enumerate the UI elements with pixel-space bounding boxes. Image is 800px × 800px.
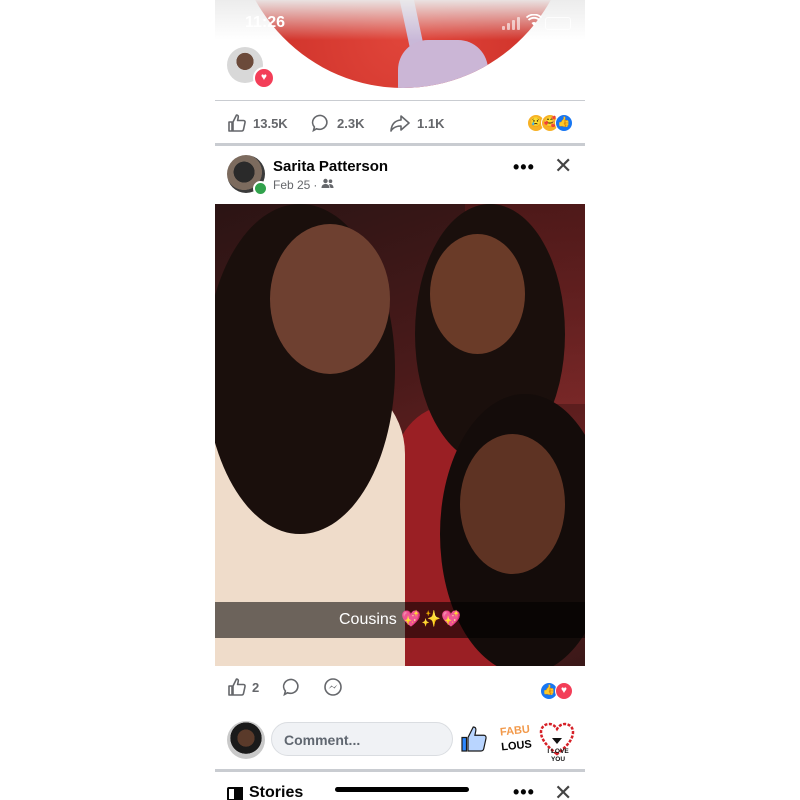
post-actions: 2 👍 ♥ [215,670,585,706]
photo-face-middle [430,234,525,354]
share-count: 1.1K [417,115,445,131]
home-indicator[interactable] [335,787,469,792]
post-reaction-summary[interactable]: 👍 ♥ [540,682,573,700]
comment-icon [311,114,328,133]
comment-count: 2.3K [337,115,365,131]
photo-bag [398,40,488,88]
comment-input[interactable]: Comment... [271,722,453,756]
like-icon [228,678,246,696]
like-sticker-icon[interactable] [459,724,489,761]
more-options-button[interactable]: ••• [513,157,535,178]
comment-composer: Comment... FABU LOUS I LOVE YOU [215,716,585,766]
battery-icon [545,17,571,30]
post-like-count: 2 [252,679,260,695]
photo-face-right [460,434,565,574]
previous-post-stats: 13.5K 2.3K 1.1K 😢 🥰 👍 [215,103,585,141]
love-reaction-icon: ♥ [253,67,275,89]
comment-button[interactable] [282,677,302,697]
divider [215,100,585,101]
status-time: 11:26 [245,14,286,31]
user-avatar[interactable] [227,721,265,759]
comment-count-button[interactable]: 2.3K [311,113,364,133]
status-bar: 11:26 [215,8,585,36]
messenger-send-button[interactable] [323,677,343,697]
fabulous-sticker-line1: FABU [499,723,531,739]
like-icon [228,114,246,132]
like-count: 13.5K [253,115,288,131]
stories-header: Stories ••• ✕ [215,774,585,800]
love-you-sticker-text: I LOVE YOU [547,748,569,763]
love-reaction-icon: ♥ [555,682,573,700]
stories-book-icon [227,787,243,800]
photo-face-left [270,224,390,374]
like-reaction-icon: 👍 [555,114,573,132]
post-separator [215,143,585,146]
previous-post-media[interactable]: 11:26 ♥ [215,0,585,100]
fabulous-sticker-icon[interactable]: FABU LOUS [497,722,534,759]
post-meta: Feb 25 · [273,178,334,192]
wifi-icon [525,13,543,30]
friends-icon [321,178,334,192]
love-you-sticker-icon[interactable]: I LOVE YOU [539,722,575,763]
reaction-summary[interactable]: 😢 🥰 👍 [527,114,573,132]
post-photo[interactable]: Cousins 💖✨💖 [215,204,585,666]
hide-post-button[interactable]: ✕ [554,153,572,179]
share-icon [390,115,410,132]
like-count-button[interactable]: 13.5K [227,113,288,133]
post-header: Sarita Patterson Feb 25 · ••• ✕ [215,150,585,200]
comment-icon [282,678,299,697]
meta-separator: · [313,178,318,192]
signal-icon [502,16,524,30]
phone-screen: 11:26 ♥ 13.5K 2.3K 1.1K 😢 🥰 👍 Sarita Pat… [215,0,585,800]
post-date[interactable]: Feb 25 [273,178,310,192]
stories-more-button[interactable]: ••• [513,782,535,800]
author-name[interactable]: Sarita Patterson [273,158,388,175]
stories-close-button[interactable]: ✕ [554,780,572,800]
stories-title[interactable]: Stories [249,784,303,800]
share-count-button[interactable]: 1.1K [389,113,444,133]
messenger-icon [324,678,342,696]
photo-caption: Cousins 💖✨💖 [215,602,585,638]
fabulous-sticker-line2: LOUS [500,738,533,754]
like-button[interactable]: 2 [227,677,259,697]
online-status-icon [253,181,268,196]
post-separator-bottom [215,769,585,772]
